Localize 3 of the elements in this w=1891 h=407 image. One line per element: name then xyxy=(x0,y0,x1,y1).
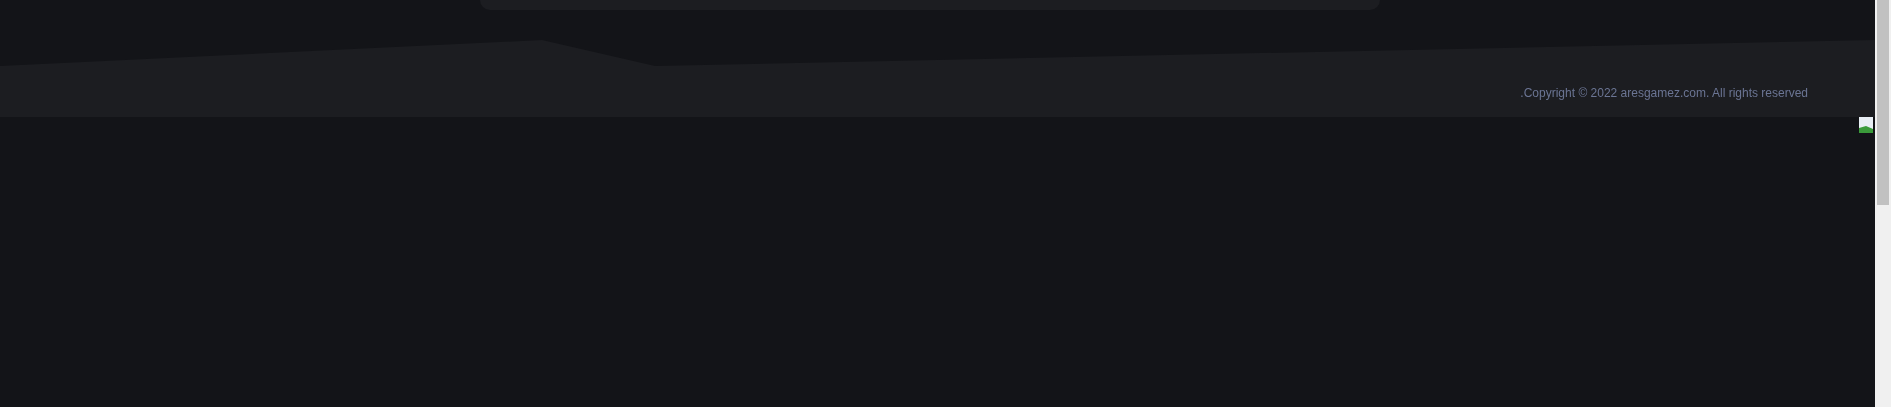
scrollbar[interactable] xyxy=(1875,0,1891,407)
broken-image-icon xyxy=(1859,117,1873,133)
copyright-text: .Copyright © 2022 aresgamez.com. All rights reserved xyxy=(1520,85,1808,102)
